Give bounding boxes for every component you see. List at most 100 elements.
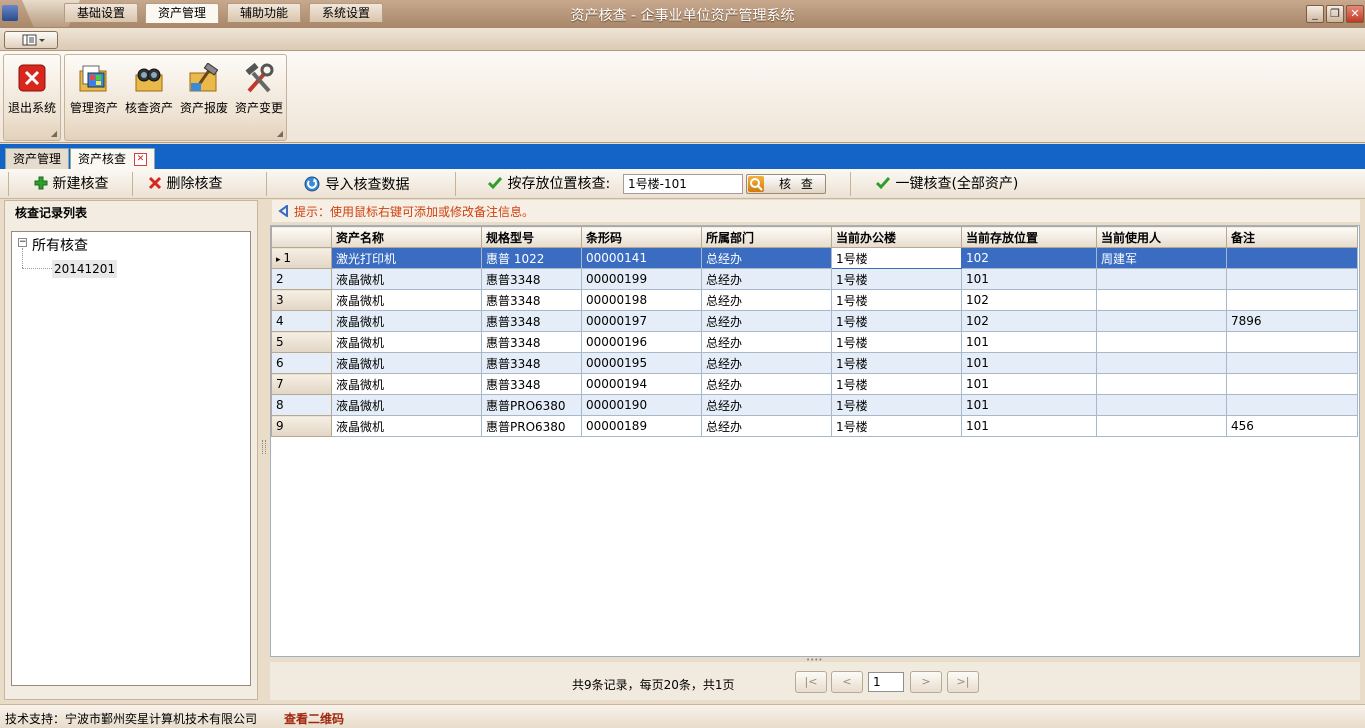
row-number[interactable]: 2: [271, 268, 332, 290]
cell-model[interactable]: 惠普3348: [481, 373, 582, 395]
doc-tab-asset-check[interactable]: 资产核查 ✕: [70, 148, 156, 169]
cell-user[interactable]: [1096, 352, 1227, 374]
tree-item-check-record[interactable]: 20141201: [52, 260, 118, 278]
table-row[interactable]: 3 液晶微机 惠普3348 00000198 总经办 1号楼 102: [271, 289, 1358, 311]
cell-building[interactable]: 1号楼: [831, 289, 962, 311]
restore-button[interactable]: ❐: [1326, 5, 1344, 23]
cell-user[interactable]: [1096, 310, 1227, 332]
cell-note[interactable]: [1226, 331, 1358, 353]
location-input[interactable]: 1号楼-101: [623, 174, 743, 194]
cell-model[interactable]: 惠普PRO6380: [481, 394, 582, 416]
cell-user[interactable]: [1096, 394, 1227, 416]
cell-user[interactable]: 周建军: [1096, 247, 1227, 269]
cell-note[interactable]: [1226, 268, 1358, 290]
close-tab-icon[interactable]: ✕: [134, 153, 148, 166]
cell-name[interactable]: 液晶微机: [331, 352, 482, 374]
cell-building[interactable]: 1号楼: [831, 310, 962, 332]
column-header-location[interactable]: 当前存放位置: [961, 226, 1097, 248]
cell-name[interactable]: 液晶微机: [331, 289, 482, 311]
check-assets-button[interactable]: 核查资产: [121, 60, 177, 120]
cell-barcode[interactable]: 00000190: [581, 394, 702, 416]
cell-building[interactable]: 1号楼: [831, 373, 962, 395]
cell-dept[interactable]: 总经办: [701, 310, 832, 332]
tab-asset-management[interactable]: 资产管理: [145, 3, 220, 23]
cell-location[interactable]: 101: [961, 331, 1097, 353]
tab-auxiliary[interactable]: 辅助功能: [227, 3, 302, 22]
cell-dept[interactable]: 总经办: [701, 352, 832, 374]
cell-location[interactable]: 101: [961, 373, 1097, 395]
cell-location[interactable]: 102: [961, 310, 1097, 332]
collapse-icon[interactable]: −: [18, 238, 27, 247]
tab-system-settings[interactable]: 系统设置: [309, 3, 384, 22]
row-number[interactable]: 6: [271, 352, 332, 374]
manage-assets-button[interactable]: 管理资产: [66, 60, 122, 120]
cell-barcode[interactable]: 00000189: [581, 415, 702, 437]
column-header-model[interactable]: 规格型号: [481, 226, 582, 248]
table-row[interactable]: 2 液晶微机 惠普3348 00000199 总经办 1号楼 101: [271, 268, 1358, 290]
cell-barcode[interactable]: 00000141: [581, 247, 702, 269]
column-header-asset-name[interactable]: 资产名称: [331, 226, 482, 248]
cell-building[interactable]: 1号楼: [831, 268, 962, 290]
cell-note[interactable]: 456: [1226, 415, 1358, 437]
prev-page-button[interactable]: <: [831, 671, 863, 693]
table-row[interactable]: 4 液晶微机 惠普3348 00000197 总经办 1号楼 102 7896: [271, 310, 1358, 332]
scrap-assets-button[interactable]: 资产报废: [176, 60, 232, 120]
cell-building[interactable]: 1号楼: [831, 331, 962, 353]
page-number-input[interactable]: 1: [868, 672, 904, 692]
last-page-button[interactable]: >|: [947, 671, 979, 693]
cell-note[interactable]: [1226, 394, 1358, 416]
cell-location[interactable]: 101: [961, 352, 1097, 374]
cell-location[interactable]: 102: [961, 247, 1097, 269]
cell-user[interactable]: [1096, 373, 1227, 395]
cell-note[interactable]: [1226, 352, 1358, 374]
cell-barcode[interactable]: 00000199: [581, 268, 702, 290]
cell-building[interactable]: 1号楼: [831, 394, 962, 416]
cell-model[interactable]: 惠普PRO6380: [481, 415, 582, 437]
table-row[interactable]: 5 液晶微机 惠普3348 00000196 总经办 1号楼 101: [271, 331, 1358, 353]
cell-location[interactable]: 102: [961, 289, 1097, 311]
exit-system-button[interactable]: 退出系统: [4, 60, 60, 120]
row-number[interactable]: 4: [271, 310, 332, 332]
cell-model[interactable]: 惠普3348: [481, 268, 582, 290]
cell-barcode[interactable]: 00000198: [581, 289, 702, 311]
import-check-data-button[interactable]: 导入核查数据: [303, 174, 409, 194]
cell-building[interactable]: 1号楼: [831, 352, 962, 374]
cell-user[interactable]: [1096, 268, 1227, 290]
cell-note[interactable]: 7896: [1226, 310, 1358, 332]
cell-model[interactable]: 惠普3348: [481, 289, 582, 311]
check-button[interactable]: 核 查: [746, 174, 826, 194]
cell-user[interactable]: [1096, 331, 1227, 353]
column-header-building[interactable]: 当前办公楼: [831, 226, 962, 248]
cell-note[interactable]: [1226, 247, 1358, 269]
close-window-button[interactable]: ✕: [1346, 5, 1364, 23]
cell-location[interactable]: 101: [961, 394, 1097, 416]
cell-name[interactable]: 液晶微机: [331, 394, 482, 416]
table-row[interactable]: 7 液晶微机 惠普3348 00000194 总经办 1号楼 101: [271, 373, 1358, 395]
cell-name[interactable]: 液晶微机: [331, 310, 482, 332]
cell-user[interactable]: [1096, 289, 1227, 311]
cell-location[interactable]: 101: [961, 415, 1097, 437]
cell-barcode[interactable]: 00000195: [581, 352, 702, 374]
cell-model[interactable]: 惠普3348: [481, 310, 582, 332]
row-number[interactable]: 5: [271, 331, 332, 353]
doc-tab-asset-management[interactable]: 资产管理: [5, 148, 70, 169]
change-assets-button[interactable]: 资产变更: [231, 60, 287, 120]
table-row[interactable]: 8 液晶微机 惠普PRO6380 00000190 总经办 1号楼 101: [271, 394, 1358, 416]
cell-note[interactable]: [1226, 373, 1358, 395]
cell-note[interactable]: [1226, 289, 1358, 311]
column-header-barcode[interactable]: 条形码: [581, 226, 702, 248]
tab-basic-settings[interactable]: 基础设置: [64, 3, 139, 22]
row-number[interactable]: 7: [271, 373, 332, 395]
cell-user[interactable]: [1096, 415, 1227, 437]
table-row[interactable]: 9 液晶微机 惠普PRO6380 00000189 总经办 1号楼 101 456: [271, 415, 1358, 437]
column-header-user[interactable]: 当前使用人: [1096, 226, 1227, 248]
cell-dept[interactable]: 总经办: [701, 289, 832, 311]
cell-barcode[interactable]: 00000197: [581, 310, 702, 332]
group-launcher-icon[interactable]: ◢: [277, 129, 283, 138]
column-header-note[interactable]: 备注: [1226, 226, 1358, 248]
cell-barcode[interactable]: 00000196: [581, 331, 702, 353]
new-check-button[interactable]: 新建核查: [34, 174, 108, 194]
cell-location[interactable]: 101: [961, 268, 1097, 290]
one-click-check-button[interactable]: 一键核查(全部资产): [875, 174, 1018, 194]
first-page-button[interactable]: |<: [795, 671, 827, 693]
